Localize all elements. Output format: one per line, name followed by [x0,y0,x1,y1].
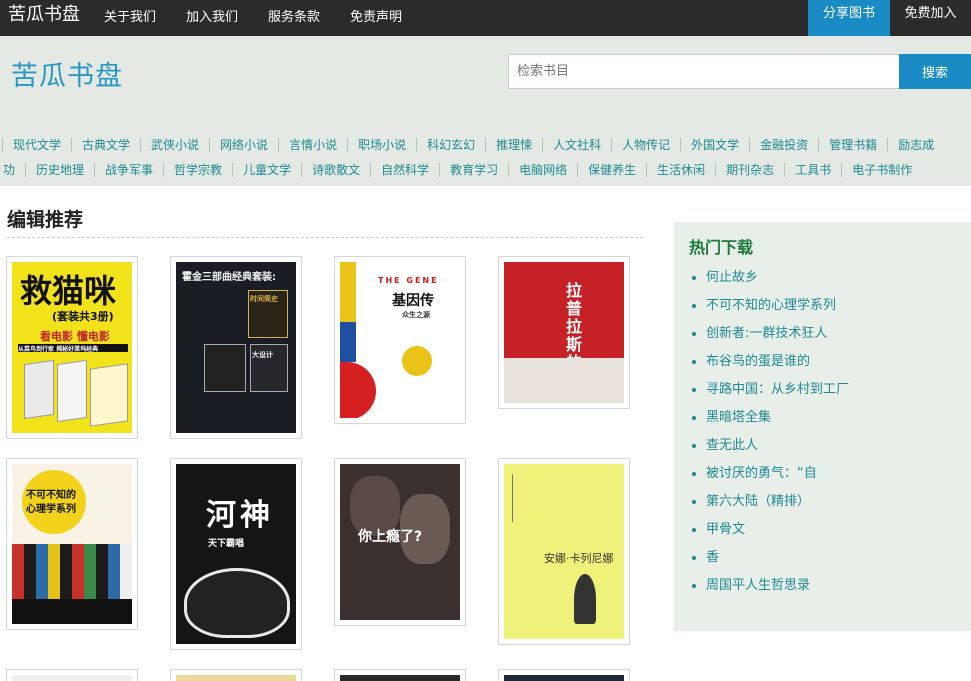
hot-download-item[interactable]: 香 [691,544,849,572]
nav-terms[interactable]: 服务条款 [268,5,320,31]
category-link[interactable]: 现代文学 [2,138,71,152]
cover-title: 河神 [206,498,274,533]
cover-title: 基因传 [392,293,434,309]
book-cover: 拉普拉斯的魔女 [504,262,624,403]
book-card[interactable]: 救猫咪 (套装共3册) 看电影 懂电影 从菜鸟到行家 揭秘好莱坞经典 [6,256,138,439]
nav-about[interactable]: 关于我们 [104,5,156,31]
category-link[interactable]: 儿童文学 [232,163,301,177]
sidebar-title: 热门下载 [689,238,754,257]
section-title: 编辑推荐 [7,209,84,231]
cover-tagline-2: 从菜鸟到行家 揭秘好莱坞经典 [18,346,99,353]
category-row-2: 功历史地理 战争军事 哲学宗教 儿童文学 诗歌散文 自然科学 教育学习 电脑网络 保健养生 生活休… [0,163,922,183]
book-card[interactable] [6,669,138,681]
cover-title-en: THE GENE [378,276,439,285]
nav-join-us[interactable]: 加入我们 [186,5,238,31]
category-row-1: 现代文学 古典文学 武侠小说 网络小说 言情小说 职场小说 科幻玄幻 推理悚 人文社科 人物传记外… [2,138,944,158]
cover-title: 你上瘾了? [358,529,423,545]
cover-book-1: 时间简史 [250,295,278,303]
hot-download-item[interactable]: 周国平人生哲思录 [691,572,849,600]
book-cover: 霍金三部曲经典套装: 时间简史 大设计 [176,262,296,433]
hot-download-item[interactable]: 寻路中国：从乡村到工厂 [691,376,849,404]
category-link[interactable]: 工具书 [784,163,841,177]
category-link[interactable]: 期刊杂志 [715,163,784,177]
category-link[interactable]: 教育学习 [439,163,508,177]
hot-download-item[interactable]: 不可不知的心理学系列 [691,292,849,320]
top-nav: 关于我们 加入我们 服务条款 免责声明 [104,0,432,36]
cover-title: 安娜·卡列尼娜 [544,552,614,565]
cover-book-3: 大设计 [252,351,273,359]
category-link[interactable]: 人文社科 [542,138,611,152]
section-divider [7,237,643,238]
top-bar: 苦瓜书盘 关于我们 加入我们 服务条款 免责声明 分享图书 免费加入 [0,0,971,36]
category-link[interactable]: 言情小说 [278,138,347,152]
cover-subtitle: 心理学系列 [26,504,76,515]
header: 苦瓜书盘 搜索 [0,36,971,126]
book-cover: 河神 天下霸唱 [176,464,296,644]
category-link[interactable]: 诗歌散文 [301,163,370,177]
category-link[interactable]: 哲学宗教 [163,163,232,177]
category-link[interactable]: 生活休闲 [646,163,715,177]
hot-download-item[interactable]: 何止故乡 [691,264,849,292]
cover-tagline: 看电影 懂电影 [40,330,110,343]
hot-downloads-list: 何止故乡 不可不知的心理学系列 创新者:一群技术狂人 布谷鸟的蛋是谁的 寻路中国：从乡村… [691,264,849,600]
category-link[interactable]: 保健养生 [577,163,646,177]
cover-title: 救猫咪 [20,272,117,310]
book-cover: 不可不知的 心理学系列 [12,464,132,624]
book-card[interactable]: 不可不知的 心理学系列 [6,458,138,630]
book-card[interactable]: 霍金三部曲经典套装: 时间简史 大设计 [170,256,302,439]
top-actions: 分享图书 免费加入 [808,0,971,36]
book-card[interactable]: 你上瘾了? [334,458,466,626]
hot-download-item[interactable]: 第六大陆（精排） [691,488,849,516]
hot-download-item[interactable]: 被讨厌的勇气：“自 [691,460,849,488]
hot-download-item[interactable]: 布谷鸟的蛋是谁的 [691,348,849,376]
hot-download-item[interactable]: 甲骨文 [691,516,849,544]
category-link[interactable]: 科幻玄幻 [416,138,485,152]
book-card[interactable] [334,669,466,681]
book-cover: 救猫咪 (套装共3册) 看电影 懂电影 从菜鸟到行家 揭秘好莱坞经典 [12,262,132,433]
cover-author: 天下霸唱 [208,539,245,549]
category-link[interactable]: 外国文学 [680,138,749,152]
category-link[interactable]: 励志成 [887,138,944,152]
cover-title: 不可不知的 [26,490,76,501]
book-card[interactable]: 河神 天下霸唱 [170,458,302,650]
category-link[interactable]: 管理书籍 [818,138,887,152]
site-logo[interactable]: 苦瓜书盘 [11,54,123,93]
book-card[interactable]: 安娜·卡列尼娜 [498,458,630,645]
category-link[interactable]: 古典文学 [71,138,140,152]
category-link[interactable]: 人物传记 [611,138,680,152]
top-brand[interactable]: 苦瓜书盘 [8,3,80,27]
book-card[interactable] [170,669,302,681]
nav-disclaimer[interactable]: 免责声明 [350,5,402,31]
category-link[interactable]: 金融投资 [749,138,818,152]
category-link[interactable]: 战争军事 [94,163,163,177]
category-link[interactable]: 电脑网络 [508,163,577,177]
category-nav: 现代文学 古典文学 武侠小说 网络小说 言情小说 职场小说 科幻玄幻 推理悚 人文社科 人物传记外… [0,126,971,186]
hot-downloads-panel: 热门下载 何止故乡 不可不知的心理学系列 创新者:一群技术狂人 布谷鸟的蛋是谁的 寻路中… [674,222,971,631]
book-card[interactable] [498,669,630,681]
category-link[interactable]: 职场小说 [347,138,416,152]
free-join-button[interactable]: 免费加入 [890,0,971,36]
book-card[interactable]: THE GENE 基因传 众生之源 [334,256,466,424]
cover-subtitle: 众生之源 [402,311,430,319]
cover-title: 霍金三部曲经典套装: [182,272,276,283]
hot-download-item[interactable]: 查无此人 [691,432,849,460]
category-link[interactable]: 武侠小说 [140,138,209,152]
category-link[interactable]: 功 [0,163,25,177]
category-link[interactable]: 自然科学 [370,163,439,177]
category-link[interactable]: 推理悚 [485,138,542,152]
book-card[interactable]: 拉普拉斯的魔女 [498,256,630,409]
book-cover: 安娜·卡列尼娜 [504,464,624,639]
share-books-button[interactable]: 分享图书 [808,0,890,36]
search-input[interactable] [508,54,900,89]
hot-download-item[interactable]: 黑暗塔全集 [691,404,849,432]
book-cover: 你上瘾了? [340,464,460,620]
category-link[interactable]: 电子书制作 [841,163,922,177]
category-link[interactable]: 网络小说 [209,138,278,152]
book-cover: THE GENE 基因传 众生之源 [340,262,460,418]
category-link[interactable]: 历史地理 [25,163,94,177]
hot-download-item[interactable]: 创新者:一群技术狂人 [691,320,849,348]
cover-subtitle: (套装共3册) [52,310,114,323]
search-button[interactable]: 搜索 [899,54,971,89]
